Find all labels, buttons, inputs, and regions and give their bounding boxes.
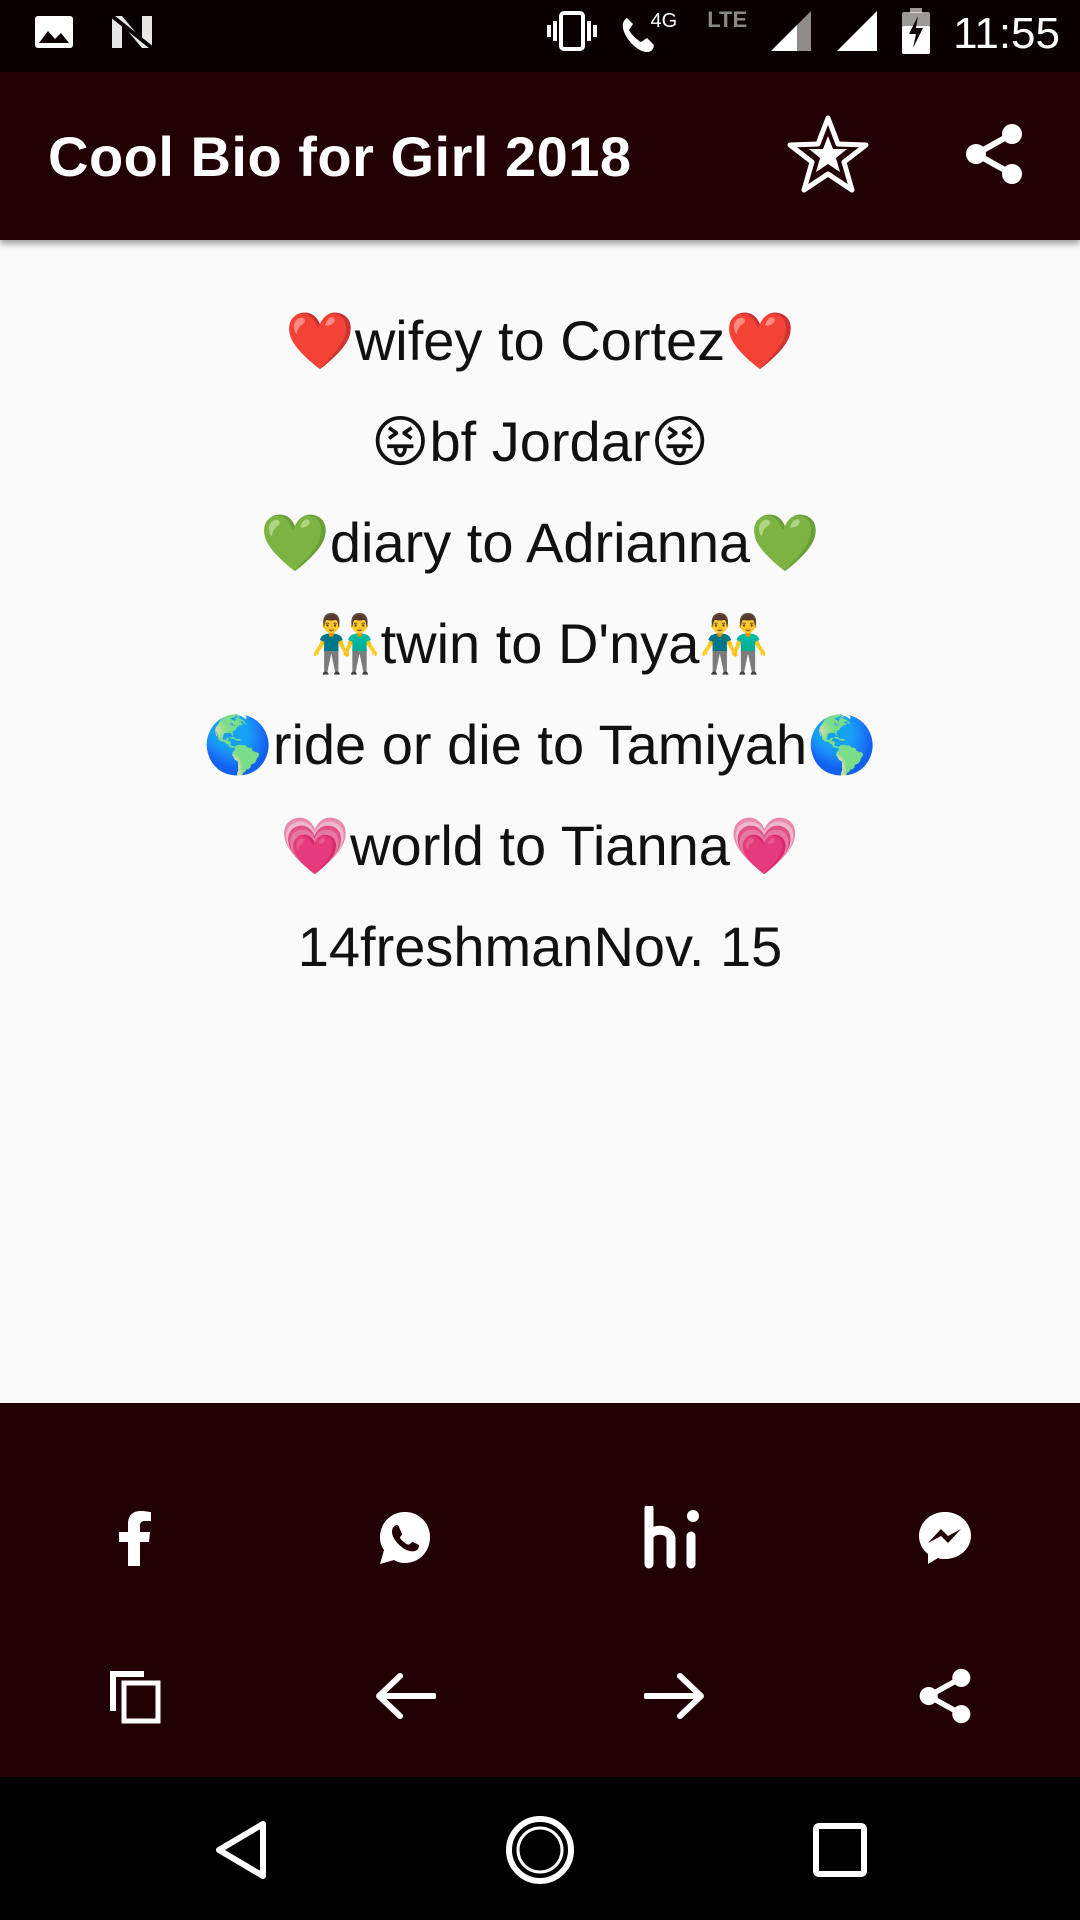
vibrate-icon xyxy=(546,9,597,58)
bio-line: 💚diary to Adrianna💚 xyxy=(260,511,820,574)
back-button[interactable] xyxy=(196,1807,286,1897)
facebook-share-button[interactable] xyxy=(0,1493,270,1587)
arrow-left-icon xyxy=(374,1672,437,1724)
bio-content: ❤️wifey to Cortez❤️ 😝bf Jordar😝 💚diary t… xyxy=(0,240,1080,1403)
share-button[interactable] xyxy=(956,118,1032,194)
bio-line: ❤️wifey to Cortez❤️ xyxy=(285,309,795,372)
copy-icon xyxy=(106,1667,164,1730)
recents-button[interactable] xyxy=(795,1807,885,1897)
bio-line: 😝bf Jordar😝 xyxy=(371,410,709,473)
recents-icon xyxy=(812,1822,868,1883)
share-more-button[interactable] xyxy=(810,1651,1080,1745)
share-icon xyxy=(916,1667,974,1730)
signal-icon xyxy=(769,9,813,58)
bio-line: 14freshmanNov. 15 xyxy=(297,915,783,978)
battery-charging-icon xyxy=(901,8,931,59)
next-button[interactable] xyxy=(540,1651,810,1745)
home-icon xyxy=(505,1815,575,1890)
share-apps-row xyxy=(0,1493,1080,1587)
image-icon xyxy=(34,15,74,54)
bio-line: 🌎ride or die to Tamiyah🌎 xyxy=(203,713,877,776)
lte-label: LTE xyxy=(707,6,748,32)
status-bar: 4G LTE 11:55 xyxy=(0,0,1080,72)
bio-line: 💗world to Tianna💗 xyxy=(280,814,800,877)
home-button[interactable] xyxy=(495,1807,585,1897)
star-icon xyxy=(786,114,870,199)
favorite-button[interactable] xyxy=(784,112,872,200)
whatsapp-share-button[interactable] xyxy=(270,1493,540,1587)
app-bar: Cool Bio for Girl 2018 xyxy=(0,72,1080,240)
share-icon xyxy=(962,122,1026,191)
share-panel xyxy=(0,1403,1080,1777)
messenger-share-button[interactable] xyxy=(810,1493,1080,1587)
n-logo-icon xyxy=(110,14,154,55)
whatsapp-icon xyxy=(376,1509,434,1572)
app-title: Cool Bio for Girl 2018 xyxy=(48,125,632,188)
network-label: 4G xyxy=(650,10,678,32)
bio-line: 👬twin to D'nya👬 xyxy=(310,612,770,675)
copy-button[interactable] xyxy=(0,1651,270,1745)
arrow-right-icon xyxy=(643,1672,706,1724)
facebook-icon xyxy=(118,1510,152,1571)
wifi-call-icon: 4G xyxy=(619,10,686,56)
status-time: 11:55 xyxy=(953,8,1060,58)
messenger-icon xyxy=(917,1510,973,1571)
signal-icon xyxy=(835,9,879,58)
hike-icon xyxy=(643,1503,707,1575)
tool-row xyxy=(0,1651,1080,1745)
back-icon xyxy=(211,1818,271,1887)
hike-share-button[interactable] xyxy=(540,1493,810,1587)
navigation-bar xyxy=(0,1777,1080,1920)
previous-button[interactable] xyxy=(270,1651,540,1745)
